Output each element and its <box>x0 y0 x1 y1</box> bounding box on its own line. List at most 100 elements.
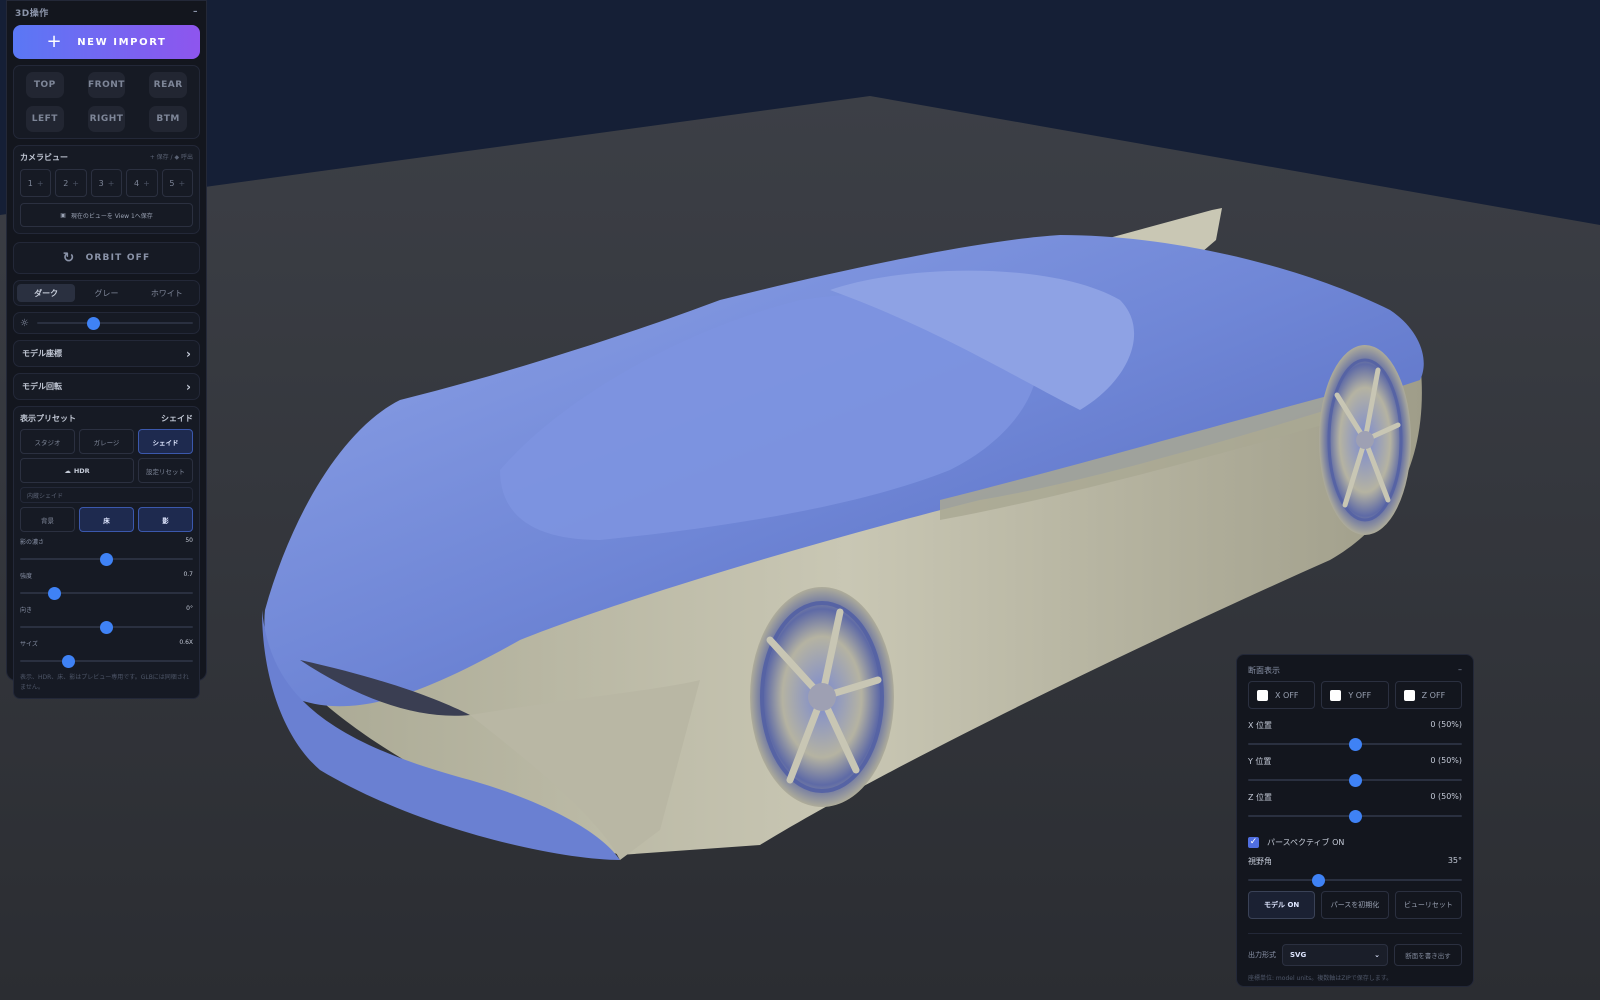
model-toggle-button[interactable]: モデル ON <box>1248 891 1316 919</box>
slider-thumb[interactable] <box>1348 809 1362 823</box>
direction-label: 向き <box>20 607 33 614</box>
camera-hint: + 保存 / ◆ 呼出 <box>149 154 193 161</box>
z-position-slider[interactable] <box>1248 809 1462 823</box>
checkbox[interactable] <box>1403 689 1415 701</box>
y-axis-toggle[interactable]: Y OFF <box>1321 681 1389 709</box>
checkbox[interactable] <box>1257 689 1268 701</box>
size-value: 0.6X <box>179 639 193 646</box>
floor-toggle[interactable]: 床 <box>79 507 134 532</box>
y-position-value: 0 (50%) <box>1430 756 1462 765</box>
view-bottom-button[interactable]: BTM <box>149 106 187 132</box>
checkbox[interactable] <box>1330 689 1342 701</box>
brightness-slider-thumb[interactable] <box>86 316 100 330</box>
slider-thumb[interactable] <box>61 654 75 668</box>
reset-settings-button[interactable]: 設定リセット <box>138 458 193 483</box>
direction-slider[interactable] <box>20 620 193 634</box>
camera-slot-2[interactable]: 2 + <box>55 169 87 197</box>
section-view-panel: 断面表示 – X OFF Y OFF Z OFF X 位置 0 (50%) Y 位… <box>1236 654 1474 987</box>
theme-dark-tab[interactable]: ダーク <box>17 284 76 302</box>
x-position-value: 0 (50%) <box>1430 720 1462 729</box>
save-icon: ▣ <box>60 211 66 219</box>
camera-slot-4[interactable]: 4 + <box>126 169 158 197</box>
slider-thumb[interactable] <box>100 552 113 566</box>
chevron-down-icon: ⌄ <box>1374 951 1380 959</box>
presets-title: 表示プリセット <box>20 414 76 423</box>
plus-icon: + <box>143 178 150 188</box>
slot-number: 5 <box>169 178 175 188</box>
camera-slot-3[interactable]: 3 + <box>90 169 123 197</box>
slider-thumb[interactable] <box>1348 737 1362 751</box>
model-coordinates-label: モデル座標 <box>22 349 62 358</box>
format-value: SVG <box>1290 951 1307 959</box>
hdr-label: HDR <box>73 466 90 475</box>
checkbox-checked[interactable]: ✓ <box>1248 837 1259 848</box>
export-format-label: 出力形式 <box>1248 951 1276 959</box>
orbit-toggle-button[interactable]: ↻ ORBIT OFF <box>13 242 200 274</box>
preset-studio-button[interactable]: スタジオ <box>20 429 75 454</box>
intensity-value: 0.7 <box>183 571 193 578</box>
export-section-button[interactable]: 断面を書き出す <box>1394 944 1462 966</box>
y-position-slider[interactable] <box>1248 773 1462 787</box>
x-axis-label: X OFF <box>1275 690 1299 700</box>
view-presets: TOP FRONT REAR LEFT RIGHT BTM <box>13 65 200 139</box>
fov-label: 視野角 <box>1248 857 1272 866</box>
save-view-button[interactable]: ▣ 現在のビューを View 1へ保存 <box>20 203 193 227</box>
shadow-density-value: 50 <box>185 537 193 544</box>
preset-garage-button[interactable]: ガレージ <box>79 429 134 454</box>
x-axis-toggle[interactable]: X OFF <box>1248 681 1316 709</box>
new-import-label: NEW IMPORT <box>77 36 167 48</box>
section-collapse-button[interactable]: – <box>1458 665 1462 676</box>
size-slider[interactable] <box>20 654 193 668</box>
slot-number: 3 <box>98 178 104 188</box>
z-position-value: 0 (50%) <box>1430 792 1462 801</box>
fov-value: 35° <box>1447 856 1462 865</box>
plus-icon: + <box>178 178 186 188</box>
reset-view-button[interactable]: ビューリセット <box>1394 891 1462 919</box>
view-left-button[interactable]: LEFT <box>26 106 64 132</box>
view-front-button[interactable]: FRONT <box>87 72 126 98</box>
units-note: 座標単位: model units。複数軸はZIPで保存します。 <box>1248 975 1393 982</box>
camera-slot-1[interactable]: 1 + <box>20 169 52 197</box>
brightness-slider[interactable] <box>36 316 193 330</box>
shadow-density-slider[interactable] <box>20 552 193 566</box>
collapse-button[interactable]: – <box>193 7 198 17</box>
view-rear-button[interactable]: REAR <box>149 72 187 98</box>
model-rotation-expander[interactable]: モデル回転 › <box>13 373 200 400</box>
camera-views-title: カメラビュー <box>20 153 68 162</box>
theme-white-tab[interactable]: ホワイト <box>138 284 196 302</box>
panel-title: 3D操作 <box>15 8 49 19</box>
z-position-label: Z 位置 <box>1248 793 1273 802</box>
z-axis-toggle[interactable]: Z OFF <box>1394 681 1462 709</box>
camera-slot-5[interactable]: 5 + <box>161 169 193 197</box>
slider-thumb[interactable] <box>100 620 113 634</box>
plus-icon: + <box>46 31 64 52</box>
slider-thumb[interactable] <box>48 586 62 600</box>
fov-slider[interactable] <box>1248 873 1462 887</box>
controls-panel: 3D操作 – + NEW IMPORT TOP FRONT REAR LEFT … <box>6 0 207 700</box>
shadow-toggle[interactable]: 影 <box>138 507 193 532</box>
slot-number: 1 <box>27 178 33 188</box>
panel-header: 3D操作 – <box>13 1 200 23</box>
chevron-right-icon: › <box>186 379 191 394</box>
format-select[interactable]: SVG ⌄ <box>1282 944 1388 966</box>
view-right-button[interactable]: RIGHT <box>87 106 126 132</box>
brightness-control: ☼ <box>13 312 200 334</box>
sun-icon: ☼ <box>20 317 29 329</box>
preset-shade-button[interactable]: シェイド <box>138 429 193 454</box>
camera-views: カメラビュー + 保存 / ◆ 呼出 1 + 2 + 3 + 4 + 5 + ▣ 現在のビ… <box>13 145 200 234</box>
view-top-button[interactable]: TOP <box>26 72 64 98</box>
slider-thumb[interactable] <box>1348 773 1362 787</box>
new-import-button[interactable]: + NEW IMPORT <box>13 25 200 59</box>
theme-switcher: ダーク グレー ホワイト <box>13 280 200 306</box>
orbit-label: ORBIT OFF <box>85 253 151 263</box>
perspective-toggle[interactable]: ✓ パースペクティブ ON <box>1248 837 1462 848</box>
reset-perspective-button[interactable]: パースを初期化 <box>1321 891 1389 919</box>
theme-gray-tab[interactable]: グレー <box>77 284 135 302</box>
current-preset: シェイド <box>161 414 193 423</box>
background-toggle[interactable]: 背景 <box>20 507 75 532</box>
hdr-upload-button[interactable]: ☁ HDR <box>20 458 134 483</box>
intensity-slider[interactable] <box>20 586 193 600</box>
model-coordinates-expander[interactable]: モデル座標 › <box>13 340 200 367</box>
x-position-slider[interactable] <box>1248 737 1462 751</box>
slider-thumb[interactable] <box>1312 873 1326 887</box>
